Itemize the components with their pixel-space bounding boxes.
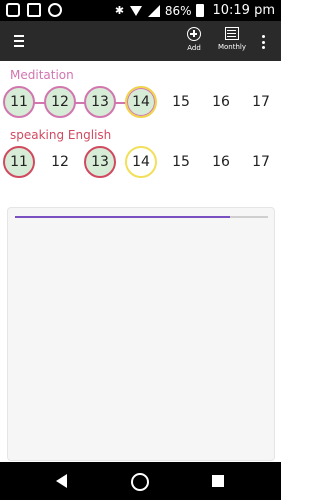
day-cell-14[interactable]: 14 [125, 146, 157, 178]
status-bar: 86% 10:19 pm [0, 0, 281, 21]
more-options-icon[interactable] [261, 35, 265, 49]
battery-percent: 86% [164, 3, 192, 18]
day-cell-12[interactable]: 12 [44, 146, 76, 178]
back-icon[interactable] [56, 474, 67, 488]
navigation-bar [0, 462, 281, 500]
home-icon[interactable] [131, 473, 149, 491]
battery-icon [196, 4, 205, 17]
habit-name-meditation[interactable]: Meditation [10, 68, 74, 82]
wifi-icon [129, 5, 143, 17]
day-cell-14[interactable]: 14 [125, 86, 157, 118]
day-cell-16[interactable]: 16 [205, 86, 237, 118]
progress-track [15, 216, 268, 218]
day-cell-15[interactable]: 15 [165, 86, 197, 118]
monthly-button[interactable]: Monthly [216, 27, 248, 51]
recent-apps-icon[interactable] [212, 475, 224, 487]
summary-card [7, 207, 275, 461]
calendar-icon [225, 27, 239, 40]
menu-icon[interactable] [14, 35, 24, 47]
app-bar: Add Monthly [0, 21, 281, 61]
monthly-label: Monthly [217, 43, 247, 51]
bluetooth-icon [115, 4, 124, 17]
day-cell-12[interactable]: 12 [44, 86, 76, 118]
day-cell-11[interactable]: 11 [3, 86, 35, 118]
add-label: Add [187, 44, 201, 52]
day-cell-17[interactable]: 17 [245, 86, 277, 118]
day-cell-16[interactable]: 16 [205, 146, 237, 178]
habit-name-english[interactable]: speaking English [10, 128, 111, 142]
add-button[interactable]: Add [182, 27, 206, 52]
app-notification-icon [48, 3, 62, 17]
progress-fill [15, 216, 231, 218]
habit-days-meditation: 11 12 13 14 15 16 17 [0, 86, 281, 120]
day-cell-17[interactable]: 17 [245, 146, 277, 178]
image-notification-icon [27, 3, 41, 17]
notification-icon [6, 3, 20, 17]
day-cell-15[interactable]: 15 [165, 146, 197, 178]
add-icon [187, 27, 201, 41]
habit-days-english: 11 12 13 14 15 16 17 [0, 146, 281, 180]
signal-icon [147, 4, 160, 17]
clock: 10:19 pm [212, 3, 275, 18]
day-cell-13[interactable]: 13 [84, 86, 116, 118]
day-cell-13[interactable]: 13 [84, 146, 116, 178]
day-cell-11[interactable]: 11 [3, 146, 35, 178]
